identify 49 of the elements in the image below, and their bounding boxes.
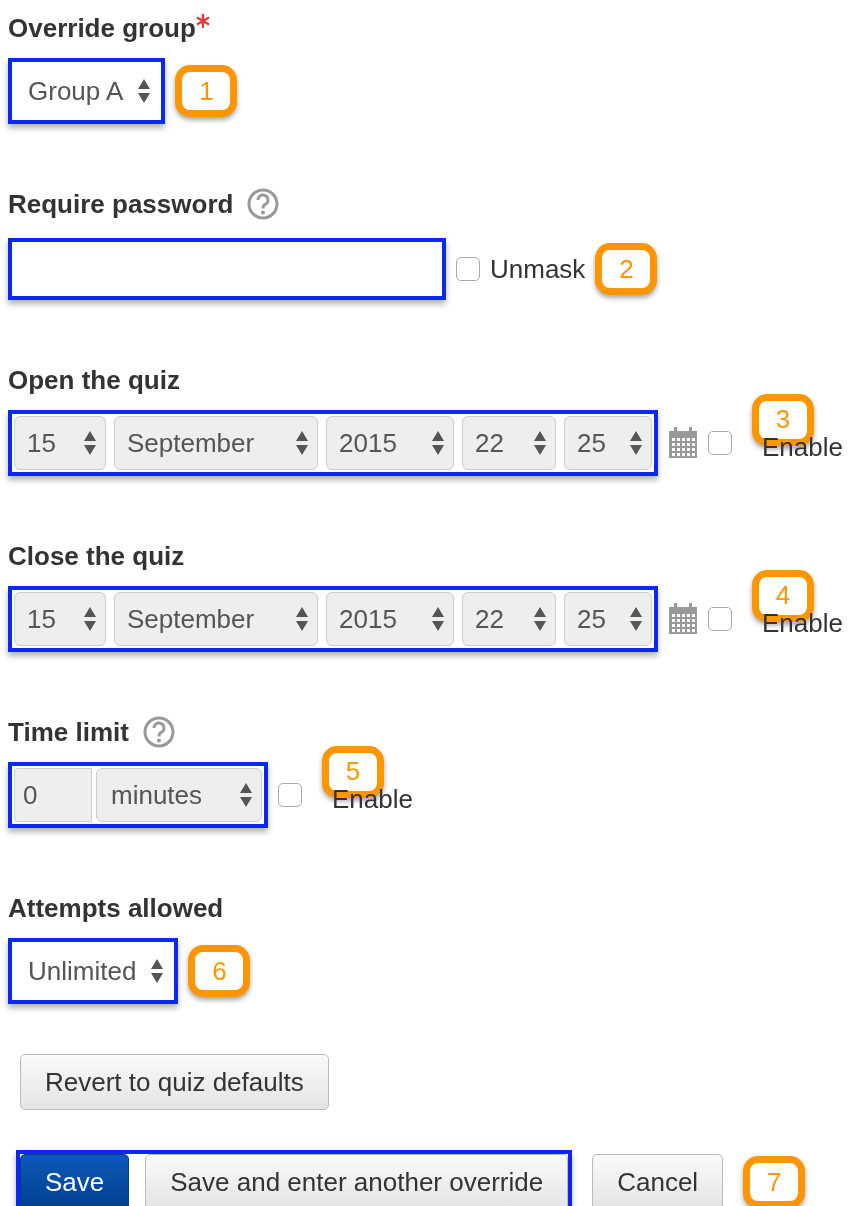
checkbox-label: Unmask (490, 253, 586, 285)
checkbox[interactable] (278, 783, 302, 807)
updown-arrows-icon (431, 430, 445, 456)
select-dropdown[interactable]: 15 (14, 592, 106, 646)
revert-button[interactable]: Revert to quiz defaults (20, 1054, 329, 1110)
calendar-icon[interactable] (668, 427, 698, 459)
checkbox[interactable] (708, 607, 732, 631)
field-label: Open the quiz (8, 364, 180, 396)
updown-arrows-icon (150, 958, 165, 984)
save-and-add-button[interactable]: Save and enter another override (145, 1154, 569, 1206)
select-dropdown[interactable]: 15 (14, 416, 106, 470)
updown-arrows-icon (239, 782, 253, 808)
updown-arrows-icon (83, 606, 97, 632)
callout-number: 6 (188, 945, 251, 997)
field-label: Override group (8, 12, 196, 44)
updown-arrows-icon (295, 430, 309, 456)
updown-arrows-icon (629, 606, 643, 632)
select-dropdown[interactable]: minutes (96, 768, 262, 822)
cancel-button[interactable]: Cancel (592, 1154, 724, 1206)
select-dropdown[interactable]: September (114, 592, 318, 646)
calendar-icon[interactable] (668, 603, 698, 635)
updown-arrows-icon (83, 430, 97, 456)
help-icon[interactable] (247, 188, 280, 220)
checkbox[interactable] (456, 257, 480, 281)
field-label: Require password (8, 188, 234, 220)
select-dropdown[interactable]: 22 (462, 592, 556, 646)
field-label: Time limit (8, 716, 129, 748)
updown-arrows-icon (533, 606, 547, 632)
checkbox[interactable] (708, 431, 732, 455)
updown-arrows-icon (431, 606, 445, 632)
callout-number: 7 (743, 1156, 806, 1206)
updown-arrows-icon (295, 606, 309, 632)
field-label: Close the quiz (8, 540, 185, 572)
callout-number: 1 (175, 65, 238, 117)
updown-arrows-icon (533, 430, 547, 456)
select-dropdown[interactable]: 25 (564, 592, 652, 646)
updown-arrows-icon (629, 430, 643, 456)
select-dropdown[interactable]: 2015 (326, 416, 454, 470)
help-icon[interactable] (142, 716, 175, 748)
password-field[interactable] (8, 238, 446, 300)
select-dropdown[interactable]: 2015 (326, 592, 454, 646)
callout-number: 2 (595, 243, 658, 295)
field-label: Attempts allowed (8, 892, 224, 924)
select-dropdown[interactable]: 25 (564, 416, 652, 470)
save-button[interactable]: Save (20, 1154, 130, 1206)
number-field[interactable]: 0 (14, 768, 92, 822)
select-dropdown[interactable]: September (114, 416, 318, 470)
updown-arrows-icon (137, 78, 152, 104)
select-dropdown[interactable]: 22 (462, 416, 556, 470)
